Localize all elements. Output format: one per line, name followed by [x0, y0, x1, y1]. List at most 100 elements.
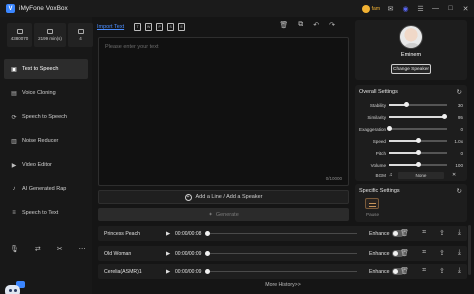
clear-bgm-icon[interactable]: ✕	[452, 172, 456, 178]
slider-track[interactable]	[386, 126, 447, 132]
slider-row: Volume 100	[359, 161, 463, 169]
output-actions: 🗑︎ ⌗ ⇪ ⤓	[400, 249, 461, 257]
more-icon[interactable]: ⋯	[79, 245, 86, 253]
export-icon[interactable]: ⇪	[439, 229, 445, 237]
clone-stat: 4	[68, 23, 93, 47]
slider-row: Similarity 95	[359, 113, 463, 121]
slider-handle[interactable]	[415, 150, 421, 156]
noise-reducer-icon: ▥	[11, 138, 17, 145]
bgm-select[interactable]: None	[398, 171, 444, 179]
play-icon[interactable]: ▶	[166, 269, 172, 275]
import-text-link[interactable]: Import Text	[97, 24, 124, 30]
slider-track[interactable]	[389, 114, 447, 120]
minimize-icon[interactable]: —	[431, 5, 440, 12]
srt-file-icon[interactable]: S	[167, 23, 175, 31]
slider-handle[interactable]	[386, 126, 392, 132]
title-bar: V iMyFone VoxBox fam ✉ ◉ ☰ — □ ✕	[0, 0, 474, 17]
crop-icon[interactable]: ⌗	[422, 229, 426, 237]
discord-icon[interactable]: ◉	[401, 5, 410, 13]
output-time: 00:00/00:08	[175, 230, 202, 237]
close-icon[interactable]: ✕	[461, 5, 470, 13]
play-icon[interactable]: ▶	[166, 251, 172, 257]
progress-handle[interactable]	[205, 250, 210, 256]
slider-label: Pitch	[375, 150, 386, 156]
slider-handle[interactable]	[403, 102, 409, 108]
generate-button[interactable]: ✦ Generate	[98, 208, 349, 221]
sidebar-item-label: Text to Speech	[22, 66, 59, 72]
slider-handle[interactable]	[441, 114, 447, 120]
sidebar: 4380070 2199 min(s) 4 ▣ Text to Speech ▤…	[0, 17, 93, 294]
play-icon[interactable]: ▶	[166, 231, 172, 237]
delete-icon[interactable]: 🗑︎	[400, 267, 409, 275]
enhance-label: Enhance	[369, 250, 390, 257]
output-scrollbar[interactable]	[468, 225, 471, 275]
sidebar-item-voice-cloning[interactable]: ▤ Voice Cloning	[4, 83, 88, 103]
slider-track[interactable]	[389, 150, 447, 156]
slider-value: 95	[457, 114, 463, 120]
more-history-link[interactable]: More History>>	[0, 282, 474, 288]
slider-track[interactable]	[389, 162, 447, 168]
specific-settings-title: Specific Settings	[359, 188, 400, 194]
speech-to-speech-icon: ⟳	[11, 114, 17, 121]
download-icon[interactable]: ⤓	[458, 267, 461, 275]
delete-icon[interactable]: 🗑︎	[279, 21, 288, 29]
reset-icon[interactable]: ↻	[457, 187, 462, 195]
txt-file-icon[interactable]: T	[134, 23, 142, 31]
export-icon[interactable]: ⇪	[439, 267, 445, 275]
menu-icon[interactable]: ☰	[416, 5, 425, 13]
text-input[interactable]	[99, 38, 348, 185]
add-line-label: Add a Line / Add a Speaker	[195, 194, 263, 200]
crop-icon[interactable]: ⌗	[422, 249, 426, 257]
add-line-button[interactable]: + Add a Line / Add a Speaker	[98, 190, 349, 204]
epub-file-icon[interactable]: E	[178, 23, 186, 31]
audio-progress-bar[interactable]	[205, 250, 357, 256]
slider-handle[interactable]	[415, 138, 421, 144]
audio-progress-bar[interactable]	[205, 268, 357, 274]
sidebar-item-noise-reducer[interactable]: ▥ Noise Reducer	[4, 131, 88, 151]
pause-icon[interactable]	[365, 198, 379, 209]
progress-handle[interactable]	[205, 230, 210, 236]
delete-icon[interactable]: 🗑︎	[400, 249, 409, 257]
sidebar-item-label: AI Generated Rap	[22, 186, 67, 192]
sidebar-item-video-editor[interactable]: ▶ Video Editor	[4, 155, 88, 175]
export-icon[interactable]: ⇪	[439, 249, 445, 257]
maximize-icon[interactable]: □	[446, 5, 455, 12]
specific-settings-panel: Specific Settings ↻ Pause	[355, 184, 467, 222]
speaker-avatar	[399, 25, 423, 49]
sidebar-item-speech-to-speech[interactable]: ⟳ Speech to Speech	[4, 107, 88, 127]
slider-row: Exaggeration 0	[359, 125, 463, 133]
change-speaker-button[interactable]: Change Speaker	[391, 64, 431, 74]
slider-track[interactable]	[389, 138, 447, 144]
sidebar-item-text-to-speech[interactable]: ▣ Text to Speech	[4, 59, 88, 79]
mail-icon[interactable]: ✉	[386, 5, 395, 13]
character-icon	[16, 29, 23, 34]
delete-icon[interactable]: 🗑︎	[400, 229, 409, 237]
download-icon[interactable]: ⤓	[458, 249, 461, 257]
slider-handle[interactable]	[415, 162, 421, 168]
pdf-file-icon[interactable]: P	[156, 23, 164, 31]
undo-icon[interactable]: ↶	[313, 21, 319, 29]
download-icon[interactable]: ⤓	[458, 229, 461, 237]
output-voice-name: Old Woman	[104, 250, 132, 257]
sidebar-item-ai-generated-rap[interactable]: ♪ AI Generated Rap	[4, 179, 88, 199]
progress-handle[interactable]	[205, 268, 210, 274]
copy-icon[interactable]: ⧉	[298, 21, 303, 29]
slider-row: Stability 30	[359, 101, 463, 109]
user-name[interactable]: fam	[372, 6, 380, 12]
convert-icon[interactable]: ⇄	[35, 245, 41, 253]
slider-label: Volume	[370, 162, 386, 168]
slider-track[interactable]	[389, 102, 447, 108]
reset-icon[interactable]: ↻	[457, 88, 462, 96]
speaker-name: Eminem	[400, 52, 422, 58]
microphone-icon[interactable]: 🎙︎	[10, 245, 19, 253]
crop-icon[interactable]: ⌗	[422, 267, 426, 275]
speaker-card: Eminem Change Speaker	[355, 20, 467, 80]
scissors-icon[interactable]: ✂	[57, 245, 63, 253]
sparkle-icon: ✦	[208, 211, 213, 218]
sidebar-item-speech-to-text[interactable]: ≡ Speech to Text	[4, 203, 88, 223]
doc-file-icon[interactable]: W	[145, 23, 153, 31]
audio-progress-bar[interactable]	[205, 230, 357, 236]
plus-icon: +	[184, 193, 192, 201]
redo-icon[interactable]: ↷	[329, 21, 335, 29]
output-row: Princess Peach ▶ 00:00/00:08 Enhance 🗑︎ ⌗ ⇪ ⤓	[98, 226, 467, 241]
